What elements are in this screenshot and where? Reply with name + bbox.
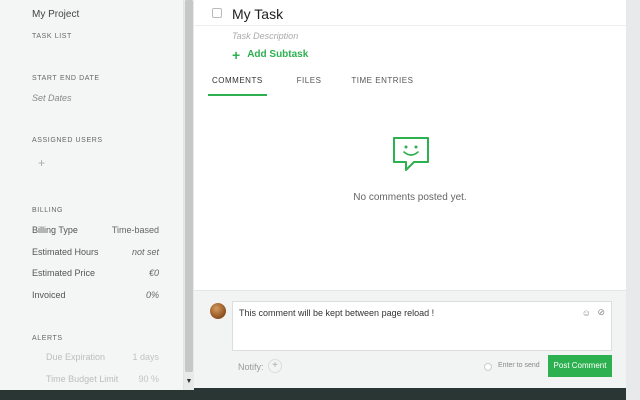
scroll-down-icon[interactable]: ▼: [185, 378, 193, 385]
billing-heading: BILLING: [32, 207, 64, 214]
task-tabs: COMMENTS FILES TIME ENTRIES: [208, 74, 443, 96]
task-title[interactable]: My Task: [232, 6, 283, 22]
estimated-price-label: Estimated Price: [32, 268, 96, 278]
smiley-icon[interactable]: ☺: [582, 308, 591, 318]
task-sidebar: My Project TASK LIST START END DATE Set …: [0, 0, 184, 390]
project-name[interactable]: My Project: [32, 9, 79, 20]
empty-comments-message: No comments posted yet.: [353, 192, 467, 203]
comment-input[interactable]: This comment will be kept between page r…: [232, 301, 612, 351]
comment-composer: This comment will be kept between page r…: [194, 290, 626, 388]
billing-type-value[interactable]: Time-based: [112, 225, 159, 235]
composer-footer: Notify: + Enter to send Post Comment: [232, 355, 612, 379]
invoiced-value: 0%: [145, 290, 159, 300]
task-complete-checkbox[interactable]: [212, 8, 222, 18]
avatar: [210, 303, 226, 319]
estimated-hours-value[interactable]: not set: [132, 247, 159, 257]
sidebar-scrollbar-thumb[interactable]: [185, 0, 193, 372]
estimated-hours-label: Estimated Hours: [32, 247, 99, 257]
scroll-gutter: [626, 0, 640, 400]
set-dates-link[interactable]: Set Dates: [32, 93, 72, 103]
start-date-label: START: [32, 75, 58, 82]
add-notify-user-button[interactable]: +: [268, 359, 282, 373]
tab-time-entries[interactable]: TIME ENTRIES: [351, 74, 413, 96]
post-comment-button[interactable]: Post Comment: [548, 355, 612, 377]
alert-budget-value[interactable]: 90 %: [138, 374, 159, 384]
add-subtask-label: Add Subtask: [247, 49, 309, 60]
estimated-price-value[interactable]: €0: [149, 268, 159, 278]
tab-files[interactable]: FILES: [297, 74, 322, 96]
billing-type-label: Billing Type: [32, 225, 78, 235]
task-header: My Task: [194, 0, 626, 26]
task-detail-panel: My Task Task Description + Add Subtask C…: [194, 0, 626, 290]
task-description-field[interactable]: Task Description: [232, 31, 298, 41]
alert-budget-label: Time Budget Limit: [46, 374, 119, 384]
speech-bubble-smile-icon: [393, 137, 429, 171]
task-list-heading[interactable]: TASK LIST: [32, 33, 72, 40]
alert-due-label: Due Expiration: [46, 352, 106, 362]
plus-icon: +: [232, 46, 241, 63]
enter-to-send-toggle[interactable]: [484, 363, 492, 371]
invoiced-label: Invoiced: [32, 290, 66, 300]
notify-label: Notify:: [238, 362, 264, 372]
add-user-button[interactable]: +: [38, 156, 45, 170]
end-date-label: END DATE: [60, 75, 100, 82]
add-subtask-button[interactable]: + Add Subtask: [232, 46, 309, 63]
assigned-users-heading: ASSIGNED USERS: [32, 137, 103, 144]
enter-to-send-label: Enter to send: [498, 362, 540, 369]
paperclip-icon[interactable]: ⊘: [597, 307, 605, 318]
tab-comments[interactable]: COMMENTS: [208, 74, 267, 96]
alert-due-value[interactable]: 1 days: [132, 352, 159, 362]
comment-text: This comment will be kept between page r…: [239, 308, 435, 318]
alerts-heading: ALERTS: [32, 335, 63, 342]
